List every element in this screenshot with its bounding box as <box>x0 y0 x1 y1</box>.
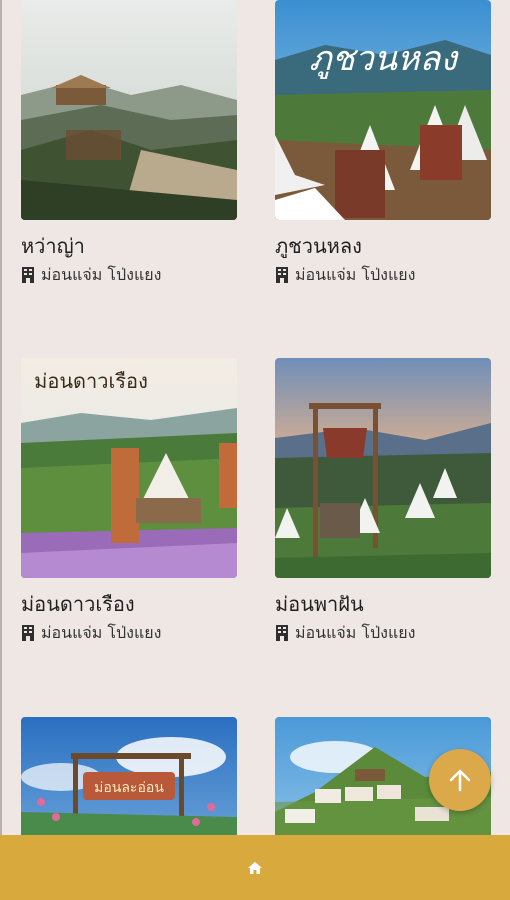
place-location-text: ม่อนแจ่ม โป่งแยง <box>295 265 416 284</box>
place-card[interactable]: หว่าญ่า ม่อนแจ่ม โป่งแยง <box>21 0 237 286</box>
building-icon <box>22 625 34 641</box>
place-photo[interactable] <box>21 0 237 220</box>
place-card[interactable]: ม่อนดาวเรือง ม่อนดาวเรือง ม่อนแจ่ม โป่งแ… <box>21 358 237 644</box>
home-icon <box>248 861 262 874</box>
place-location-text: ม่อนแจ่ม โป่งแยง <box>295 623 416 642</box>
bottom-nav-bar <box>0 835 510 900</box>
place-grid: หว่าญ่า ม่อนแจ่ม โป่งแยง ภูชวนหลง ภูชวนห… <box>0 0 510 835</box>
place-photo[interactable]: ม่อนละอ่อน <box>21 717 237 835</box>
photo-overlay-title: ม่อนละอ่อน <box>94 780 164 796</box>
building-icon <box>276 267 288 283</box>
place-card[interactable]: ม่อนพาฝัน ม่อนแจ่ม โป่งแยง <box>275 358 491 644</box>
place-photo[interactable]: ม่อนดาวเรือง <box>21 358 237 578</box>
photo-overlay-title: ภูชวนหลง <box>309 39 459 79</box>
place-photo[interactable] <box>275 358 491 578</box>
place-location: ม่อนแจ่ม โป่งแยง <box>21 622 237 644</box>
place-name[interactable]: ภูชวนหลง <box>275 232 491 260</box>
scroll-to-top-button[interactable] <box>429 749 491 811</box>
place-card[interactable]: ภูชวนหลง ภูชวนหลง ม่อนแจ่ม โป่งแยง <box>275 0 491 286</box>
place-location-text: ม่อนแจ่ม โป่งแยง <box>41 623 162 642</box>
place-name[interactable]: ม่อนพาฝัน <box>275 590 491 618</box>
place-photo[interactable]: ภูชวนหลง <box>275 0 491 220</box>
place-name[interactable]: ม่อนดาวเรือง <box>21 590 237 618</box>
building-icon <box>22 267 34 283</box>
place-card[interactable]: ม่อนละอ่อน <box>21 717 237 835</box>
place-location: ม่อนแจ่ม โป่งแยง <box>275 264 491 286</box>
home-button[interactable] <box>235 848 275 888</box>
place-location: ม่อนแจ่ม โป่งแยง <box>21 264 237 286</box>
place-name[interactable]: หว่าญ่า <box>21 232 237 260</box>
place-location-text: ม่อนแจ่ม โป่งแยง <box>41 265 162 284</box>
building-icon <box>276 625 288 641</box>
place-location: ม่อนแจ่ม โป่งแยง <box>275 622 491 644</box>
arrow-up-icon <box>449 769 471 792</box>
photo-overlay-title: ม่อนดาวเรือง <box>34 369 148 393</box>
